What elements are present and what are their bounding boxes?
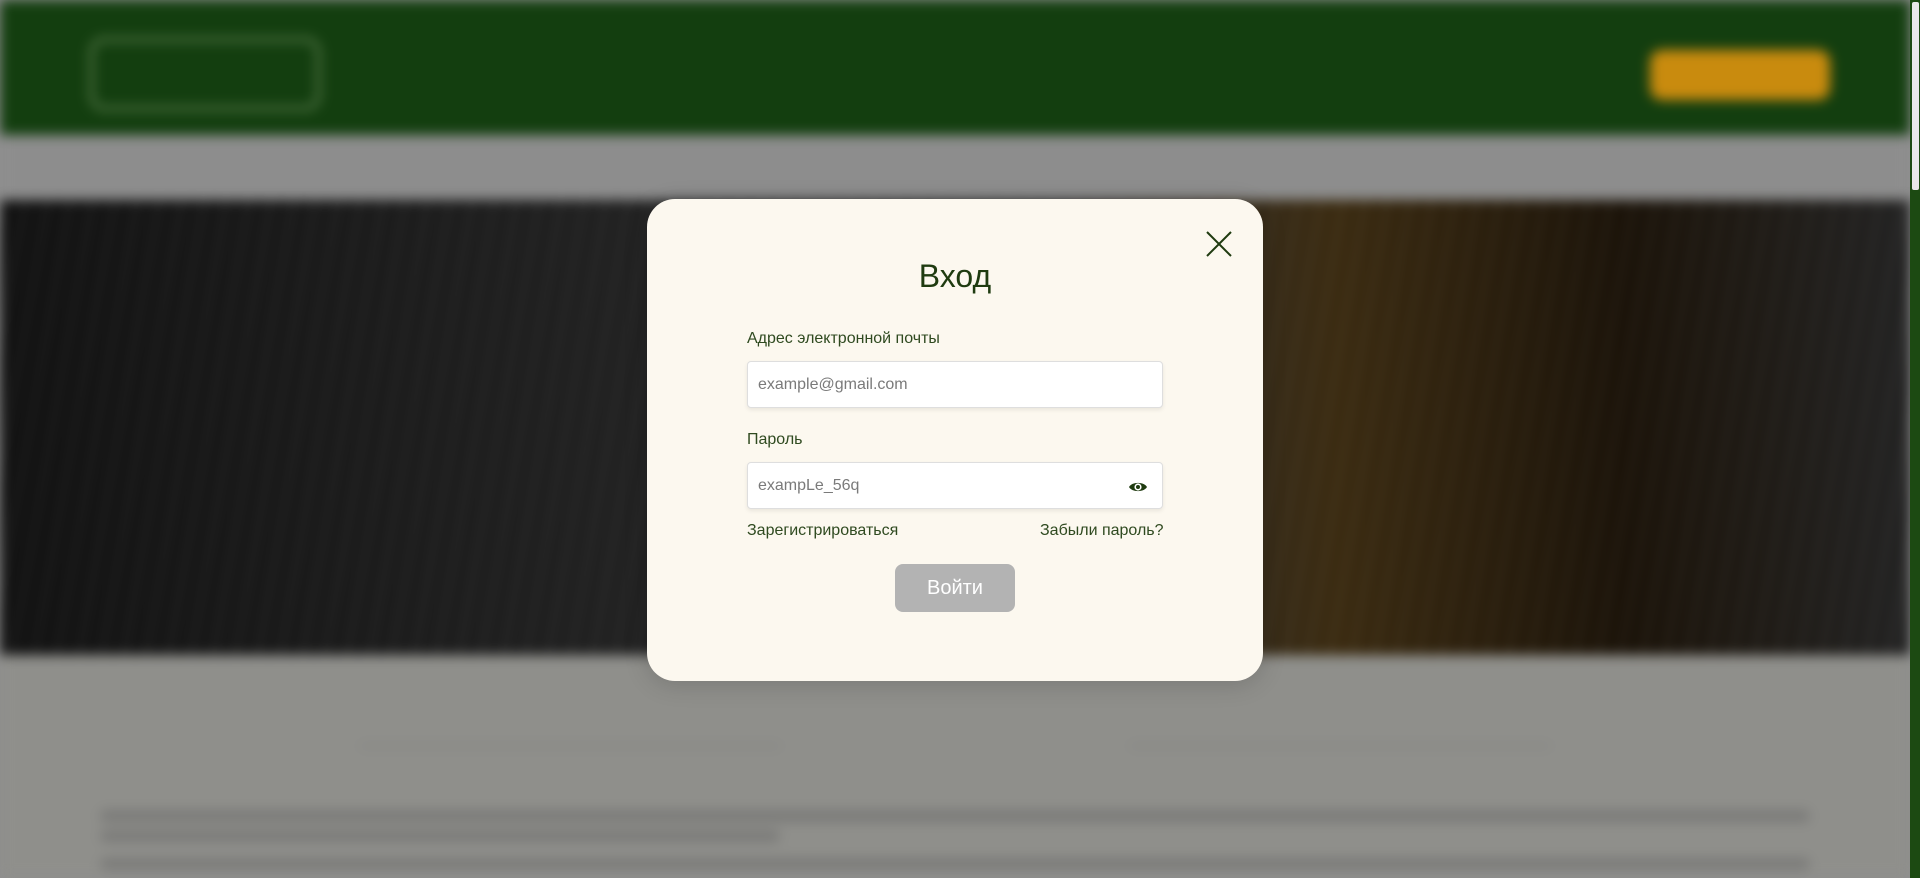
eye-icon[interactable] [1128, 477, 1148, 497]
forgot-password-link[interactable]: Забыли пароль? [1040, 522, 1164, 540]
email-field-wrapper [747, 361, 1163, 408]
site-header [0, 0, 1910, 135]
text-line [100, 810, 1810, 822]
register-link[interactable]: Зарегистрироваться [747, 522, 898, 540]
text-line [100, 858, 1810, 870]
page-scrollbar[interactable] [1910, 0, 1920, 878]
section-divider [1130, 745, 1550, 747]
close-icon[interactable] [1203, 228, 1235, 260]
modal-title: Вход [918, 258, 992, 294]
login-button[interactable]: Войти [895, 564, 1015, 612]
text-line [100, 830, 780, 842]
content-section [0, 655, 1910, 878]
subheader-strip [0, 135, 1910, 200]
site-logo [90, 38, 320, 110]
password-label: Пароль [747, 431, 803, 448]
password-field[interactable] [748, 463, 1162, 508]
password-field-wrapper [747, 462, 1163, 509]
email-label: Адрес электронной почты [747, 330, 940, 347]
header-cta-button [1650, 50, 1830, 100]
main-nav [510, 62, 1510, 82]
email-field[interactable] [748, 362, 1162, 407]
section-divider [360, 745, 780, 747]
scrollbar-thumb[interactable] [1912, 2, 1919, 190]
